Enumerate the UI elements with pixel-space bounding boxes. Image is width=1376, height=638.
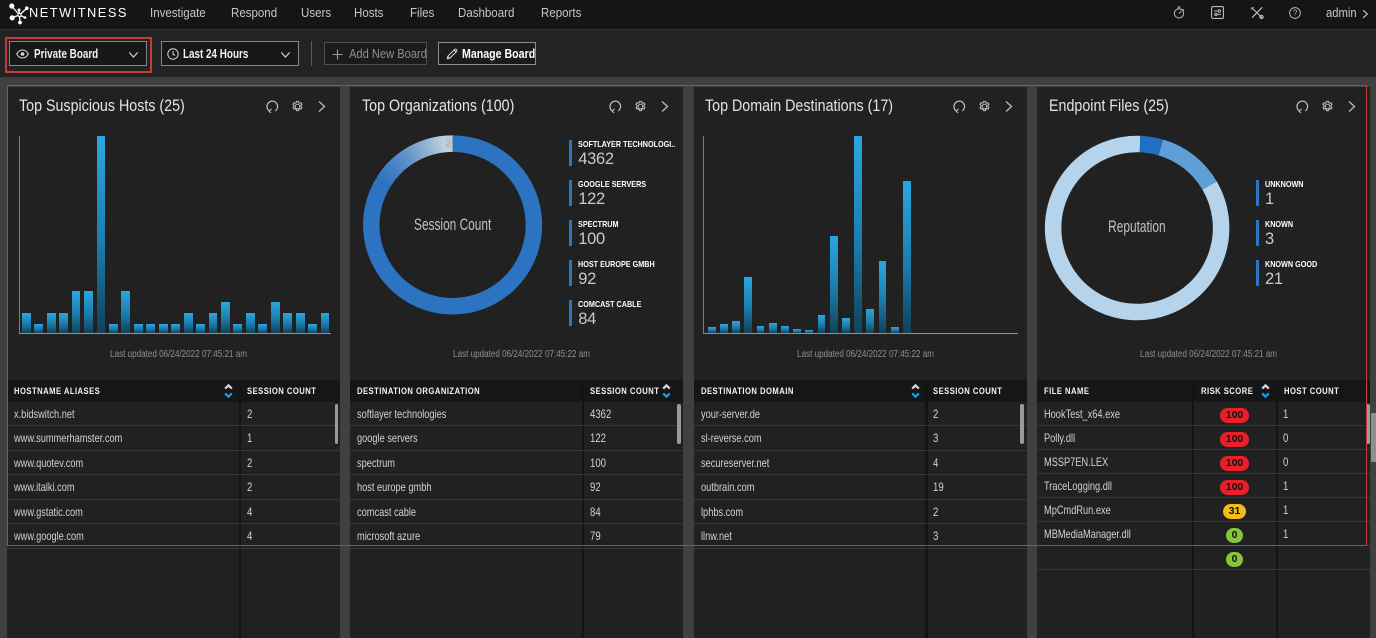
svg-text:?: ? xyxy=(1293,8,1298,17)
